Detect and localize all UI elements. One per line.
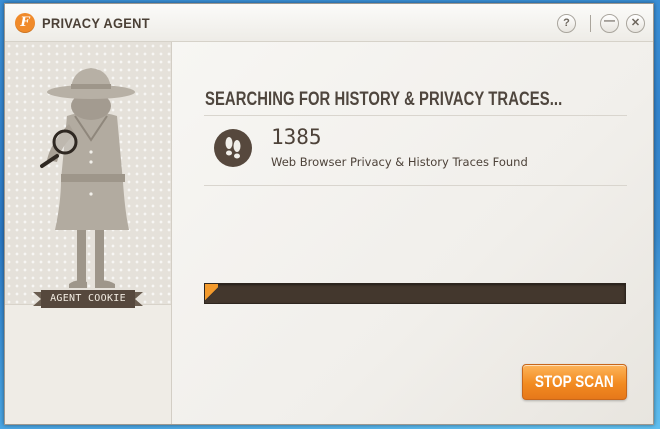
traces-count: 1385	[271, 125, 322, 149]
heading-divider	[204, 115, 627, 116]
result-divider	[204, 185, 627, 186]
scan-progress-fill	[205, 284, 218, 303]
spy-agent-illustration	[40, 68, 135, 288]
agent-name-label: AGENT COOKIE	[50, 293, 126, 304]
agent-sidebar: AGENT COOKIE	[5, 42, 172, 424]
scan-progress-bar	[204, 283, 626, 304]
stop-scan-label: STOP SCAN	[535, 372, 614, 391]
stop-scan-button[interactable]: STOP SCAN	[522, 364, 627, 400]
app-window: F PRIVACY AGENT ? — ✕ AGENT COOKIE SEARC…	[4, 3, 654, 425]
scan-panel: SEARCHING FOR HISTORY & PRIVACY TRACES..…	[172, 42, 653, 424]
agent-logo-icon: F	[15, 13, 35, 33]
help-button[interactable]: ?	[557, 14, 576, 33]
minimize-button[interactable]: —	[600, 14, 619, 33]
traces-count-label: Web Browser Privacy & History Traces Fou…	[271, 155, 528, 169]
sidebar-floor	[5, 304, 171, 424]
title-bar: F PRIVACY AGENT ? — ✕	[5, 4, 653, 42]
app-title: PRIVACY AGENT	[42, 15, 150, 31]
titlebar-divider	[590, 15, 591, 32]
scan-heading: SEARCHING FOR HISTORY & PRIVACY TRACES..…	[205, 89, 563, 110]
close-button[interactable]: ✕	[626, 14, 645, 33]
footprints-icon	[214, 129, 252, 167]
